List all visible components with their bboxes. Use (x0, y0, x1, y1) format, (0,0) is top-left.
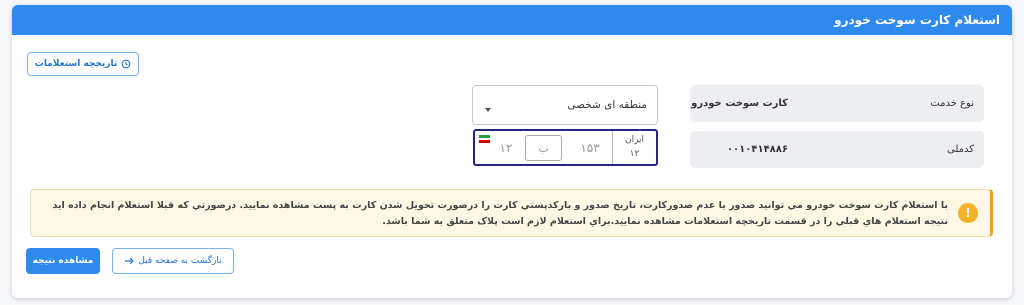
service-type-value: کارت سوخت خودرو (691, 98, 788, 109)
region-select[interactable]: منطقه ای شخصی (472, 85, 658, 125)
national-code-label: کدملی (946, 144, 974, 155)
warning-icon: ! (958, 203, 978, 223)
card-header: استعلام کارت سوخت خودرو (12, 5, 1012, 35)
view-result-label: مشاهده نتیجه (32, 256, 94, 266)
plate-three-digit[interactable]: ۱۵۳ (567, 131, 613, 164)
view-result-button[interactable]: مشاهده نتیجه (26, 248, 100, 274)
alert-text: با استعلام کارت سوخت خودرو مي توانيد صدو… (52, 200, 948, 227)
page-title: استعلام کارت سوخت خودرو (834, 13, 1000, 27)
plate-two-digit[interactable]: ۱۲ (489, 131, 523, 164)
inquiry-card: استعلام کارت سوخت خودرو تاریخچه استعلاما… (12, 5, 1012, 298)
info-alert: ! با استعلام کارت سوخت خودرو مي توانيد ص… (30, 189, 993, 237)
national-code-value: ۰۰۱۰۴۱۴۸۸۶ (726, 144, 788, 155)
plate-letter[interactable]: ب (525, 135, 562, 161)
history-button-label: تاریخچه استعلامات (34, 59, 118, 69)
iran-flag-icon (479, 135, 490, 144)
plate-country-label: ایران (624, 135, 645, 145)
history-button[interactable]: تاریخچه استعلامات (27, 52, 139, 76)
arrow-right-icon (125, 257, 135, 265)
service-type-field: نوع خدمت کارت سوخت خودرو (690, 85, 984, 122)
back-button-label: بازگشت به صفحه قبل (138, 256, 222, 266)
caret-down-icon (485, 108, 491, 112)
national-code-field: کدملی ۰۰۱۰۴۱۴۸۸۶ (690, 131, 984, 168)
back-button[interactable]: بازگشت به صفحه قبل (112, 248, 234, 274)
plate-region-section[interactable]: ایران ۱۲ (612, 131, 656, 164)
service-type-label: نوع خدمت (930, 98, 974, 109)
history-icon (121, 59, 131, 69)
plate-region-code: ۱۲ (629, 148, 640, 159)
region-select-value: منطقه ای شخصی (567, 99, 647, 111)
license-plate-input[interactable]: ایران ۱۲ ۱۵۳ ب ۱۲ (473, 129, 658, 166)
